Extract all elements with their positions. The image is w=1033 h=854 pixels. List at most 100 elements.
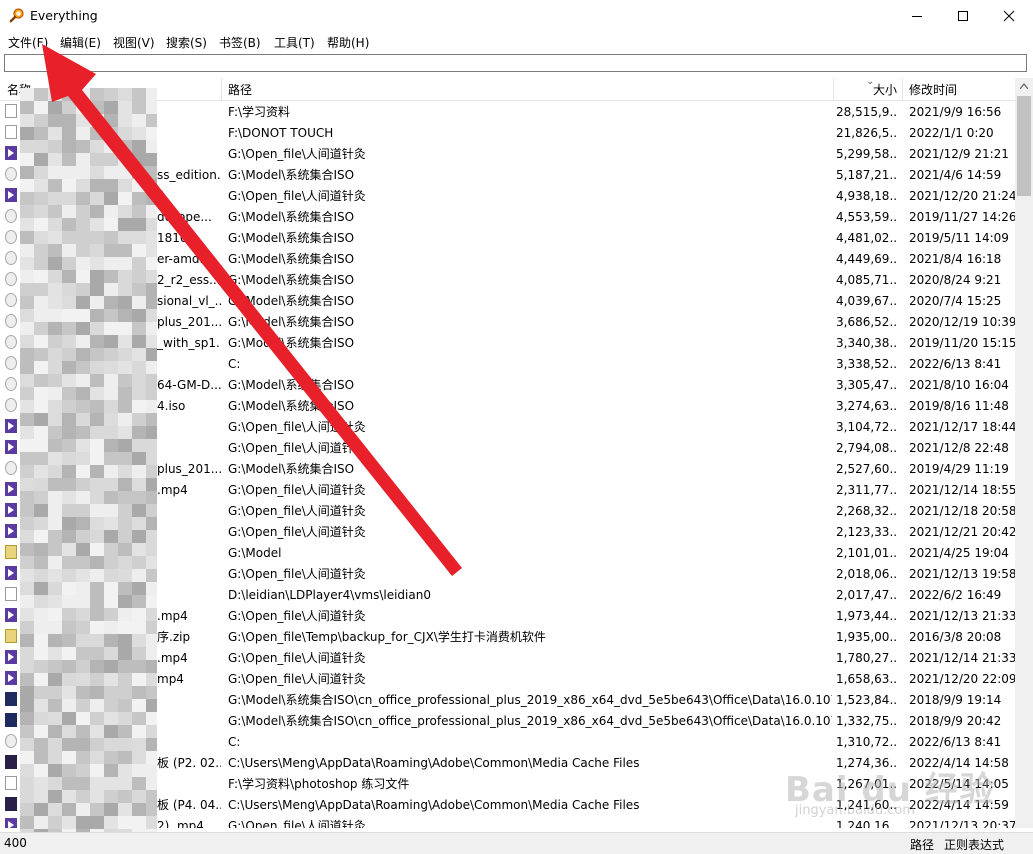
- disc-image-icon: [5, 209, 17, 223]
- menu-bookmarks[interactable]: 书签(B): [219, 34, 261, 51]
- mosaic-pixel: [62, 400, 76, 413]
- mosaic-pixel: [20, 816, 34, 829]
- mosaic-pixel: [20, 790, 34, 803]
- mosaic-pixel: [132, 582, 146, 595]
- mosaic-pixel: [48, 179, 62, 192]
- file-modified: 2021/4/25 19:04: [909, 546, 1009, 560]
- file-size: 3,274,63...: [836, 399, 898, 413]
- menu-help[interactable]: 帮助(H): [327, 34, 369, 51]
- file-path: G:\Model\系统集合ISO: [228, 462, 355, 476]
- mosaic-pixel: [132, 504, 146, 517]
- mosaic-pixel: [62, 608, 76, 621]
- menu-view[interactable]: 视图(V): [113, 34, 155, 51]
- disc-image-icon: [5, 335, 17, 349]
- mosaic-pixel: [146, 322, 157, 335]
- mosaic-pixel: [48, 803, 62, 816]
- mosaic-pixel: [20, 569, 34, 582]
- column-modified[interactable]: 修改时间: [909, 78, 957, 100]
- mosaic-pixel: [132, 413, 146, 426]
- mosaic-pixel: [62, 231, 76, 244]
- menu-file[interactable]: 文件(F): [8, 34, 48, 51]
- mosaic-pixel: [104, 322, 118, 335]
- column-size[interactable]: 大小: [873, 78, 897, 100]
- file-name: [157, 122, 221, 143]
- mosaic-pixel: [48, 244, 62, 257]
- mosaic-pixel: [20, 621, 34, 634]
- status-bar: 400 路径 正则表达式: [0, 832, 1033, 854]
- file-name: .mp4: [157, 483, 188, 497]
- menu-edit[interactable]: 编辑(E): [60, 34, 101, 51]
- file-path: G:\Model\系统集合ISO\cn_office_professional_…: [228, 714, 832, 728]
- disc-image-icon: [5, 167, 17, 181]
- mosaic-pixel: [146, 803, 157, 816]
- mosaic-pixel: [34, 244, 48, 257]
- file-size: 2,123,33...: [836, 525, 898, 539]
- mosaic-pixel: [20, 88, 34, 101]
- column-divider[interactable]: [221, 78, 222, 100]
- mosaic-pixel: [62, 556, 76, 569]
- mosaic-pixel: [76, 322, 90, 335]
- mosaic-pixel: [76, 296, 90, 309]
- mosaic-pixel: [104, 439, 118, 452]
- mosaic-pixel: [34, 439, 48, 452]
- file-size: 2,101,01...: [836, 546, 898, 560]
- mosaic-pixel: [146, 647, 157, 660]
- mosaic-pixel: [62, 439, 76, 452]
- mosaic-pixel: [146, 101, 157, 114]
- mosaic-pixel: [48, 686, 62, 699]
- vertical-scrollbar[interactable]: [1015, 78, 1033, 828]
- file-modified: 2018/9/9 19:14: [909, 693, 1002, 707]
- column-divider[interactable]: [833, 78, 834, 100]
- mosaic-pixel: [34, 517, 48, 530]
- mosaic-pixel: [104, 621, 118, 634]
- mosaic-pixel: [62, 218, 76, 231]
- mosaic-pixel: [118, 101, 132, 114]
- mosaic-pixel: [104, 556, 118, 569]
- file-name: 2) .mp4: [157, 819, 204, 828]
- mosaic-pixel: [76, 439, 90, 452]
- mosaic-pixel: [48, 712, 62, 725]
- mosaic-pixel: [90, 322, 104, 335]
- file-modified: 2019/8/16 11:48: [909, 399, 1009, 413]
- column-path[interactable]: 路径: [228, 78, 252, 100]
- column-divider[interactable]: [902, 78, 903, 100]
- minimize-button[interactable]: [894, 0, 940, 31]
- mosaic-pixel: [132, 543, 146, 556]
- mosaic-pixel: [20, 270, 34, 283]
- mosaic-pixel: [34, 192, 48, 205]
- blank-file-icon: [5, 125, 17, 139]
- maximize-button[interactable]: [940, 0, 986, 31]
- mosaic-pixel: [132, 387, 146, 400]
- mosaic-pixel: [104, 751, 118, 764]
- search-input[interactable]: [5, 55, 1026, 71]
- file-modified: 2021/12/13 19:58: [909, 567, 1015, 581]
- mosaic-pixel: [62, 348, 76, 361]
- file-modified: 2021/12/20 21:24: [909, 189, 1015, 203]
- file-path: G:\Open_file\人间道针灸: [228, 483, 366, 497]
- mosaic-pixel: [90, 244, 104, 257]
- mosaic-pixel: [48, 153, 62, 166]
- menu-search[interactable]: 搜索(S): [166, 34, 207, 51]
- mosaic-pixel: [132, 608, 146, 621]
- search-magnifier-icon: [9, 8, 24, 23]
- menu-bar: 文件(F) 编辑(E) 视图(V) 搜索(S) 书签(B) 工具(T) 帮助(H…: [0, 31, 1033, 51]
- mosaic-pixel: [62, 738, 76, 751]
- file-modified: 2020/12/19 10:39: [909, 315, 1015, 329]
- mosaic-pixel: [34, 660, 48, 673]
- disc-image-icon: [5, 461, 17, 475]
- scroll-up-icon[interactable]: [1020, 83, 1028, 89]
- mosaic-pixel: [34, 777, 48, 790]
- file-name: [157, 731, 221, 752]
- mosaic-pixel: [48, 504, 62, 517]
- mosaic-pixel: [48, 530, 62, 543]
- mosaic-pixel: [20, 647, 34, 660]
- scrollbar-thumb[interactable]: [1017, 96, 1031, 196]
- file-name: [157, 563, 221, 584]
- close-button[interactable]: [986, 0, 1032, 31]
- mosaic-pixel: [118, 803, 132, 816]
- menu-tools[interactable]: 工具(T): [274, 34, 315, 51]
- mosaic-pixel: [132, 725, 146, 738]
- mosaic-pixel: [118, 283, 132, 296]
- mosaic-pixel: [76, 387, 90, 400]
- mosaic-pixel: [118, 153, 132, 166]
